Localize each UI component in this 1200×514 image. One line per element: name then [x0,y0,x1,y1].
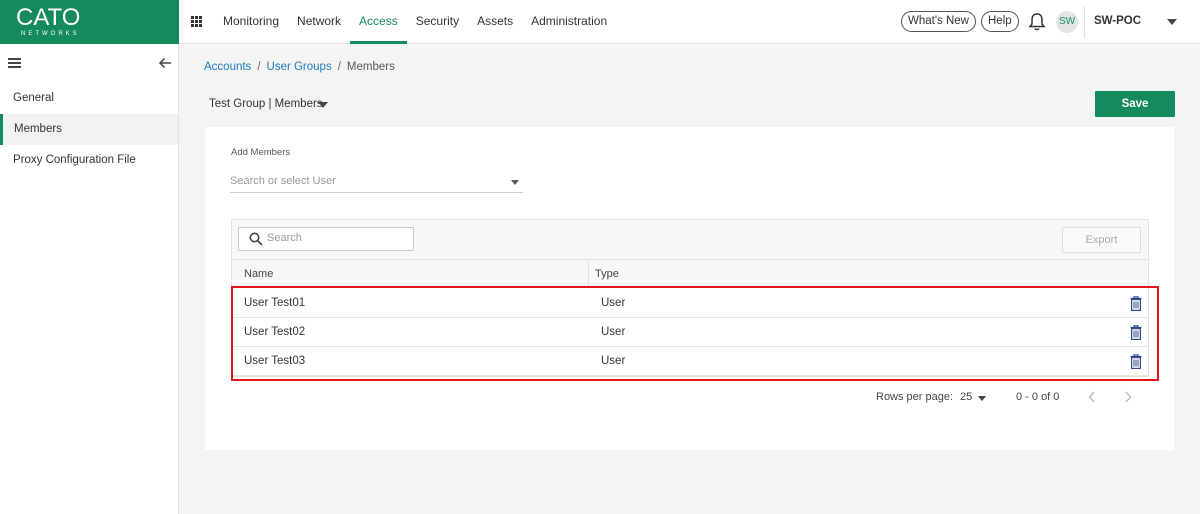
table-toolbar: Export [232,220,1148,260]
cell-type: User [601,297,626,309]
breadcrumb-current: Members [346,61,395,73]
export-button[interactable]: Export [1062,227,1141,253]
breadcrumb-user-groups[interactable]: User Groups [267,61,332,73]
main-nav: Monitoring Network Access Security Asset… [214,0,616,44]
chevron-down-icon[interactable] [511,180,519,185]
add-members-label: Add Members [231,147,291,158]
column-header-type[interactable]: Type [595,260,619,287]
breadcrumb-accounts[interactable]: Accounts [204,61,251,73]
hamburger-icon[interactable] [8,58,21,68]
table-row[interactable]: User Test02 User [232,318,1148,347]
nav-monitoring[interactable]: Monitoring [214,0,288,44]
cato-logo[interactable]: CATO NETWORKS [0,0,179,44]
column-divider [588,260,589,287]
nav-security[interactable]: Security [407,0,468,44]
nav-network[interactable]: Network [288,0,350,44]
table-row[interactable]: User Test01 User [232,289,1148,318]
chevron-down-icon[interactable] [978,396,986,401]
add-members-select[interactable] [230,171,523,193]
logo-text: CATO [16,4,81,31]
apps-grid-icon[interactable] [191,16,202,27]
cell-name: User Test02 [244,326,306,338]
table-row[interactable]: User Test03 User [232,347,1148,376]
save-button[interactable]: Save [1095,91,1175,117]
breadcrumb: Accounts / User Groups / Members [204,61,395,73]
chevron-left-icon[interactable] [1086,390,1098,404]
column-header-name[interactable]: Name [244,260,273,287]
search-input[interactable] [267,232,407,244]
trash-icon[interactable] [1130,296,1142,311]
nav-access[interactable]: Access [350,0,407,44]
cell-type: User [601,355,626,367]
sidebar: General Members Proxy Configuration File [0,44,179,514]
members-table: Export Name Type User Test01 User User T… [231,219,1149,377]
cell-name: User Test03 [244,355,306,367]
search-icon [249,232,263,246]
table-header: Name Type [232,260,1148,287]
add-members-input[interactable] [230,171,500,187]
chevron-down-icon[interactable] [1167,19,1177,25]
cell-type: User [601,326,626,338]
nav-administration[interactable]: Administration [522,0,616,44]
bell-icon[interactable] [1028,12,1046,32]
trash-icon[interactable] [1130,325,1142,340]
avatar[interactable]: SW [1056,11,1078,33]
logo-subtext: NETWORKS [21,31,80,37]
group-selector[interactable]: Test Group | Members [209,98,323,110]
chevron-down-icon[interactable] [318,102,328,108]
trash-icon[interactable] [1130,354,1142,369]
nav-assets[interactable]: Assets [468,0,522,44]
pagination-range: 0 - 0 of 0 [1016,391,1060,403]
top-bar: CATO NETWORKS Monitoring Network Access … [0,0,1200,44]
help-button[interactable]: Help [981,11,1019,32]
chevron-right-icon[interactable] [1122,390,1134,404]
rows-per-page-label: Rows per page: [876,391,954,403]
sidebar-item-proxy-configuration-file[interactable]: Proxy Configuration File [0,145,178,176]
cell-name: User Test01 [244,297,306,309]
divider [1084,6,1085,38]
whats-new-button[interactable]: What's New [901,11,976,32]
account-name[interactable]: SW-POC [1094,15,1141,27]
sidebar-item-general[interactable]: General [0,83,178,114]
sidebar-item-members[interactable]: Members [0,114,178,145]
back-arrow-icon[interactable] [158,56,172,70]
table-search[interactable] [238,227,414,251]
rows-per-page-select[interactable]: 25 [960,391,972,403]
